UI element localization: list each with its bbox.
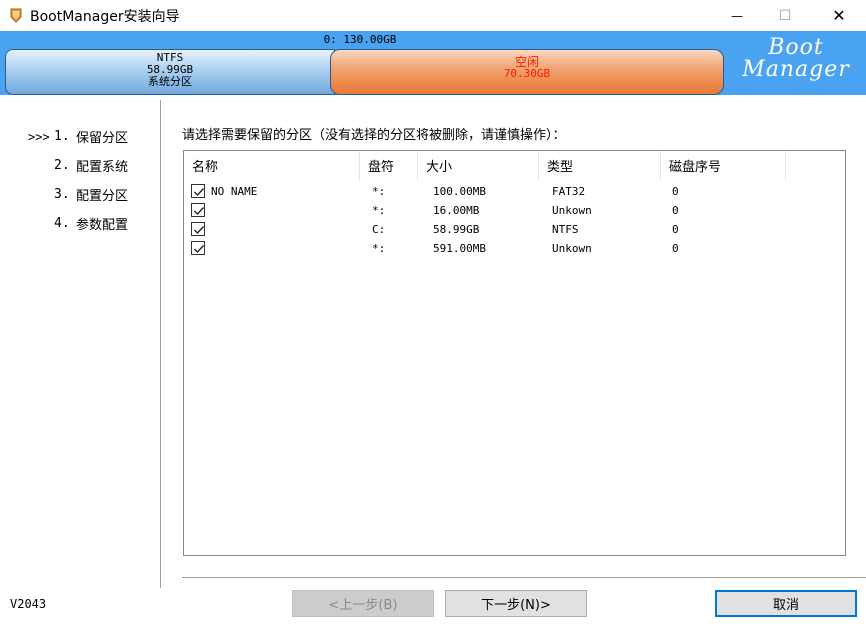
row-checkbox[interactable]: [191, 222, 205, 236]
step-4: 4. 参数配置: [28, 209, 158, 238]
column-header-size[interactable]: 大小: [418, 151, 539, 180]
row-checkbox[interactable]: [191, 241, 205, 255]
cell-size: 591.00MB: [433, 242, 486, 255]
cell-size: 58.99GB: [433, 223, 480, 236]
cell-type: NTFS: [552, 223, 579, 236]
cell-type: Unkown: [552, 242, 592, 255]
close-icon: ✕: [832, 6, 846, 25]
table-row[interactable]: C: 58.99GB NTFS 0: [184, 220, 845, 239]
checkmark-icon: [194, 226, 205, 235]
maximize-button[interactable]: ☐: [762, 0, 808, 31]
step-label: 参数配置: [76, 218, 129, 233]
minimize-icon: —: [731, 8, 743, 23]
cell-name: NO NAME: [211, 185, 258, 198]
column-header-disk-index[interactable]: 磁盘序号: [661, 151, 786, 180]
column-header-type[interactable]: 类型: [539, 151, 661, 180]
footer-divider: [182, 577, 866, 578]
step-label: 配置分区: [76, 189, 129, 204]
table-row[interactable]: *: 591.00MB Unkown 0: [184, 239, 845, 258]
cancel-button[interactable]: 取消: [715, 590, 857, 617]
checkmark-icon: [194, 207, 205, 216]
column-header-drive[interactable]: 盘符: [360, 151, 418, 180]
step-3: 3. 配置分区: [28, 180, 158, 209]
cell-size: 100.00MB: [433, 185, 486, 198]
boot-manager-logo: Boot Manager: [732, 37, 860, 81]
brand-line-2: Manager: [742, 57, 850, 82]
maximize-icon: ☐: [778, 7, 792, 24]
step-2: 2. 配置系统: [28, 151, 158, 180]
title-bar: BootManager安装向导 — ☐ ✕: [0, 0, 866, 31]
step-1: >>> 1. 保留分区: [28, 122, 158, 151]
sidebar-divider: [160, 100, 161, 588]
column-header-name[interactable]: 名称: [184, 151, 360, 180]
previous-button[interactable]: <上一步(B): [292, 590, 434, 617]
partition-list[interactable]: 名称 盘符 大小 类型 磁盘序号 NO NAME *: 100.00MB FAT…: [183, 150, 846, 556]
cell-type: Unkown: [552, 204, 592, 217]
checkmark-icon: [194, 245, 205, 254]
disk-partition-bar: 0: 130.00GB NTFS 58.99GB 系统分区 空闲 70.30GB…: [0, 31, 866, 95]
partition-name: 系统分区: [148, 75, 192, 88]
instruction-text: 请选择需要保留的分区（没有选择的分区将被删除，请谨慎操作）：: [182, 128, 566, 143]
partition-free-size: 70.30GB: [503, 67, 551, 80]
app-icon: [8, 7, 24, 23]
wizard-steps: >>> 1. 保留分区 2. 配置系统 3. 配置分区 4. 参数配置: [28, 122, 158, 238]
row-checkbox[interactable]: [191, 184, 205, 198]
next-button[interactable]: 下一步(N)>: [445, 590, 587, 617]
cell-size: 16.00MB: [433, 204, 480, 217]
table-row[interactable]: *: 16.00MB Unkown 0: [184, 201, 845, 220]
brand-line-1: Boot: [768, 35, 824, 60]
step-number: 4.: [54, 216, 70, 231]
cell-drive: *:: [372, 185, 386, 198]
step-label: 配置系统: [76, 160, 129, 175]
step-label: 保留分区: [76, 131, 129, 146]
cell-type: FAT32: [552, 185, 586, 198]
step-number: 1.: [54, 129, 70, 144]
cell-drive: *:: [372, 242, 386, 255]
minimize-button[interactable]: —: [714, 0, 760, 31]
version-label: V2043: [10, 597, 47, 611]
cell-disk-index: 0: [672, 242, 679, 255]
partition-system[interactable]: NTFS 58.99GB 系统分区: [5, 49, 335, 95]
step-number: 3.: [54, 187, 70, 202]
table-row[interactable]: NO NAME *: 100.00MB FAT32 0: [184, 182, 845, 201]
close-button[interactable]: ✕: [816, 0, 862, 31]
list-header: 名称 盘符 大小 类型 磁盘序号: [184, 151, 845, 180]
step-number: 2.: [54, 158, 70, 173]
window-title: BootManager安装向导: [30, 9, 180, 25]
checkmark-icon: [194, 188, 205, 197]
cell-disk-index: 0: [672, 185, 679, 198]
cell-disk-index: 0: [672, 223, 679, 236]
current-step-marker: >>>: [28, 129, 50, 144]
cell-drive: C:: [372, 223, 386, 236]
cell-disk-index: 0: [672, 204, 679, 217]
cell-drive: *:: [372, 204, 386, 217]
row-checkbox[interactable]: [191, 203, 205, 217]
disk-label: 0: 130.00GB: [323, 33, 397, 46]
partition-free[interactable]: 空闲 70.30GB: [330, 49, 724, 95]
